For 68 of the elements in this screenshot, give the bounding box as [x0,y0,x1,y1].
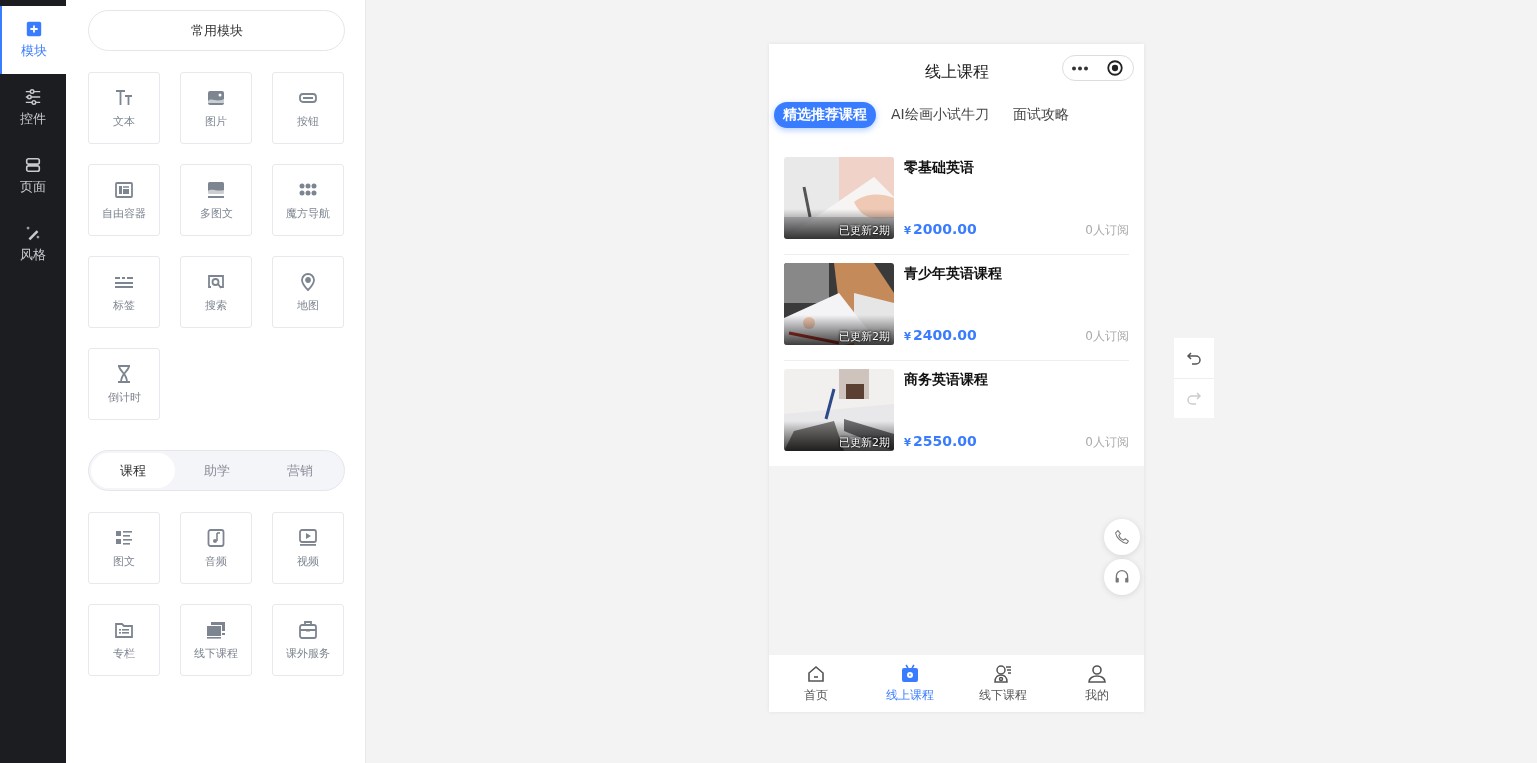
module-tile[interactable]: 文本 [88,72,160,144]
module-tile[interactable]: 标签 [88,256,160,328]
map-pin-icon [298,271,318,292]
magic-wand-icon [24,224,42,242]
module-tile[interactable]: 音频 [180,512,252,584]
subscriber-count: 0人订阅 [1085,328,1129,345]
tv-play-icon [899,663,920,684]
support-button[interactable] [1104,559,1140,595]
module-tile[interactable]: 搜索 [180,256,252,328]
module-tile[interactable]: 自由容器 [88,164,160,236]
subscriber-count: 0人订阅 [1085,434,1129,451]
redo-icon [1186,390,1202,407]
headset-icon [1114,569,1130,585]
tabbar-item[interactable]: 线上课程 [862,655,957,712]
nav-item[interactable]: 页面 [0,142,66,210]
course-price: ¥2400.00 [904,327,977,343]
course-title[interactable]: 零基础英语 [904,159,1129,177]
phone-call-button[interactable] [1104,519,1140,555]
briefcase-icon [298,619,318,640]
nav-item[interactable]: 模块 [0,6,66,74]
add-icon [25,20,43,38]
nav-item[interactable]: 控件 [0,74,66,142]
module-tile[interactable]: 多图文 [180,164,252,236]
video-icon [298,527,318,548]
module-tile[interactable]: 图文 [88,512,160,584]
module-tile[interactable]: 魔方导航 [272,164,344,236]
segment-tab[interactable]: 营销 [258,453,342,488]
module-tile[interactable]: 图片 [180,72,252,144]
update-label: 已更新2期 [839,435,890,450]
segment-tab[interactable]: 助学 [174,453,259,488]
music-note-icon [206,527,226,548]
course-title[interactable]: 青少年英语课程 [904,265,1129,283]
module-tile[interactable]: 视频 [272,512,344,584]
category-tab[interactable]: 精选推荐课程 [774,102,876,128]
nav-item[interactable]: 风格 [0,210,66,278]
course-price: ¥2550.00 [904,433,977,449]
container-icon [114,179,134,200]
category-tab[interactable]: AI绘画小试牛刀 [882,102,998,128]
undo-icon [1186,349,1202,366]
subscriber-count: 0人订阅 [1085,222,1129,239]
update-label: 已更新2期 [839,223,890,238]
phone-icon [1114,529,1130,545]
text-icon [114,87,134,108]
course-title[interactable]: 商务英语课程 [904,371,1129,389]
category-tab[interactable]: 面试攻略 [1003,102,1078,128]
common-modules-button[interactable]: 常用模块 [88,10,345,51]
module-tile[interactable]: 线下课程 [180,604,252,676]
module-tile[interactable]: 课外服务 [272,604,344,676]
course-price: ¥2000.00 [904,221,977,237]
module-tile[interactable]: 倒计时 [88,348,160,420]
update-label: 已更新2期 [839,329,890,344]
module-tile[interactable]: 按钮 [272,72,344,144]
segment-tab[interactable]: 课程 [91,453,175,488]
target-icon [1106,59,1124,77]
person-icon [1087,663,1108,684]
home-icon [805,663,826,684]
gallery-icon [206,179,226,200]
tabbar-item[interactable]: 线下课程 [956,655,1051,712]
screens-icon [206,619,226,640]
module-tile[interactable]: 地图 [272,256,344,328]
layers-icon [24,156,42,174]
sliders-icon [24,88,42,106]
tabbar-item[interactable]: 首页 [769,655,863,712]
tabbar-item[interactable]: 我的 [1050,655,1144,712]
more-icon [1072,65,1088,71]
page-title: 线上课程 [924,61,989,83]
teacher-icon [993,663,1014,684]
module-tile[interactable]: 专栏 [88,604,160,676]
